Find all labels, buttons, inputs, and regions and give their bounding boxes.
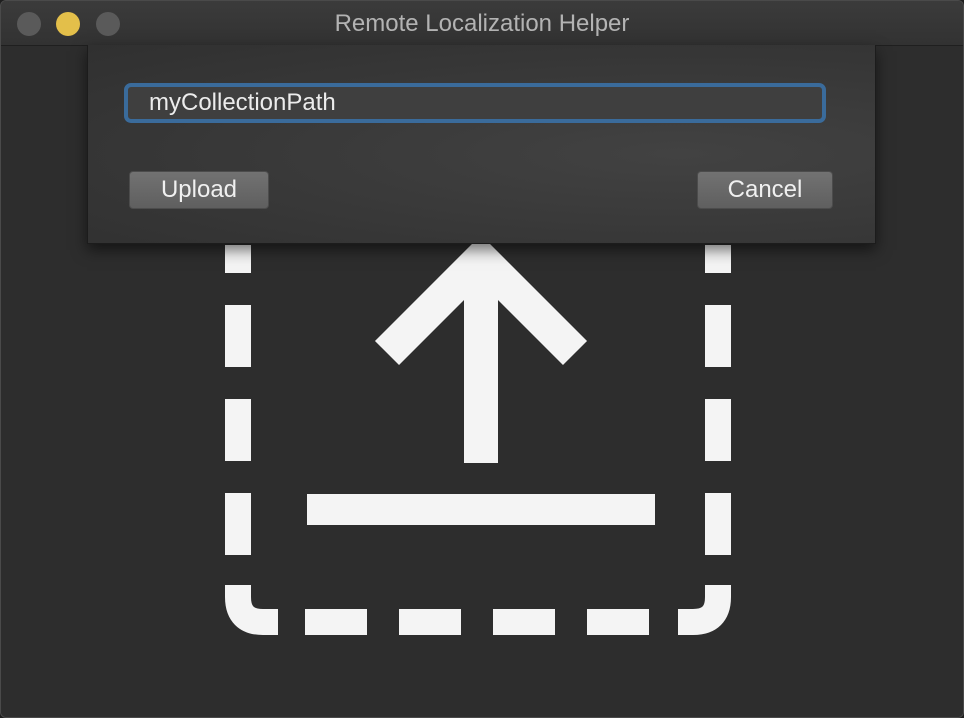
- border-dash: [399, 609, 461, 635]
- collection-path-input[interactable]: [124, 83, 826, 123]
- upload-sheet: Upload Cancel: [87, 45, 876, 244]
- border-corner: [678, 585, 731, 635]
- cancel-button[interactable]: Cancel: [697, 171, 833, 209]
- border-dash: [225, 493, 251, 555]
- title-bar[interactable]: Remote Localization Helper: [1, 1, 963, 46]
- border-dash: [705, 305, 731, 367]
- border-dash: [705, 493, 731, 555]
- border-dash: [587, 609, 649, 635]
- border-dash: [225, 245, 251, 273]
- border-corner: [225, 585, 278, 635]
- border-dash: [305, 609, 367, 635]
- border-dash: [705, 245, 731, 273]
- app-window: Remote Localization Helper myCollectionP…: [0, 0, 964, 718]
- border-dash: [225, 305, 251, 367]
- border-dash: [225, 399, 251, 461]
- tray-base: [307, 494, 655, 525]
- border-dash: [493, 609, 555, 635]
- upload-button[interactable]: Upload: [129, 171, 269, 209]
- window-title: Remote Localization Helper: [334, 10, 630, 37]
- border-dash: [705, 399, 731, 461]
